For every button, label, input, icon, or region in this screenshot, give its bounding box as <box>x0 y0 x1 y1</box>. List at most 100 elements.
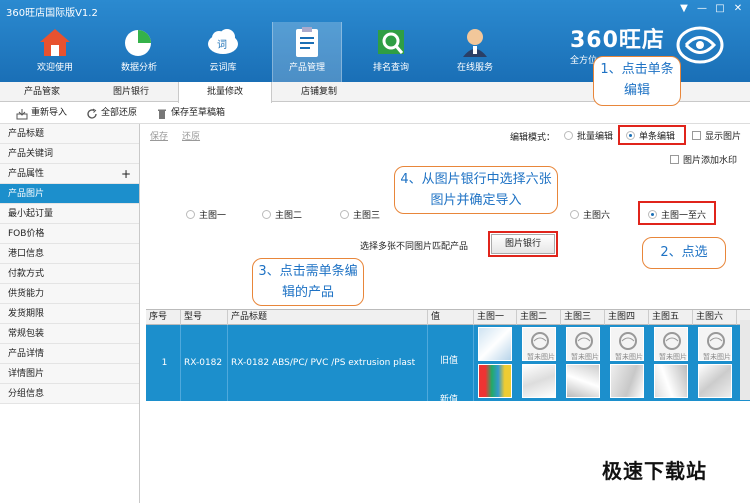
col-img2: 主图二 <box>517 310 561 325</box>
new-product-image[interactable] <box>522 364 556 398</box>
img-option-label: 主图三 <box>353 211 381 221</box>
radio-batch[interactable] <box>564 131 573 140</box>
placeholder-image[interactable]: 暂未图片 <box>610 327 644 361</box>
sidebar-item-title[interactable]: 产品标题 <box>0 124 139 144</box>
nav-product-management[interactable]: 产品管理 <box>272 22 342 82</box>
sidebar-item-label: 产品详情 <box>8 349 45 359</box>
show-images-checkbox[interactable] <box>692 131 701 140</box>
col-value: 值 <box>428 310 474 325</box>
restore-all-button[interactable]: 全部还原 <box>86 106 137 121</box>
sidebar-item-port[interactable]: 港口信息 <box>0 244 139 264</box>
sidebar-item-label: 详情图片 <box>8 369 45 379</box>
clipboard-icon <box>296 27 318 57</box>
sidebar-item-fob[interactable]: FOB价格 <box>0 224 139 244</box>
batch-edit-option[interactable]: 批量编辑 <box>564 129 613 142</box>
new-product-image[interactable] <box>478 364 512 398</box>
sidebar-item-label: 最小起订量 <box>8 209 54 219</box>
nav-label: 云词库 <box>209 63 237 73</box>
close-button[interactable]: ✕ <box>730 2 746 15</box>
sidebar-item-detail-images[interactable]: 详情图片 <box>0 364 139 384</box>
radio-img-6[interactable] <box>570 210 579 219</box>
nav-welcome[interactable]: 欢迎使用 <box>20 22 90 82</box>
maximize-button[interactable]: □ <box>712 2 728 15</box>
cell-title: RX-0182 ABS/PC/ PVC /PS extrusion plast <box>228 325 428 401</box>
sidebar-item-images[interactable]: 产品图片 <box>0 184 139 204</box>
img-option-1[interactable]: 主图一 <box>186 208 226 221</box>
nav-data-analysis[interactable]: 数据分析 <box>104 22 174 82</box>
sidebar-item-delivery[interactable]: 发货期限 <box>0 304 139 324</box>
new-product-image[interactable] <box>698 364 732 398</box>
trash-draft-icon <box>158 109 166 119</box>
menu-dropdown-icon[interactable]: ▼ <box>676 2 692 15</box>
radio-img-2[interactable] <box>262 210 271 219</box>
nav-rank-query[interactable]: 排名查询 <box>356 22 426 82</box>
watermark-option[interactable]: 图片添加水印 <box>670 153 737 166</box>
placeholder-image[interactable]: 暂未图片 <box>566 327 600 361</box>
save-link[interactable]: 保存 <box>150 129 168 142</box>
placeholder-image[interactable]: 暂未图片 <box>522 327 556 361</box>
nav-cloud-words[interactable]: 词 云词库 <box>188 22 258 82</box>
show-images-option[interactable]: 显示图片 <box>692 129 741 142</box>
nav-label: 产品管理 <box>288 63 325 73</box>
new-value-label: 新值 <box>440 395 459 405</box>
sidebar-item-label: 付款方式 <box>8 269 45 279</box>
save-restore-links: 保存 还原 <box>150 129 200 142</box>
cell-model: RX-0182 <box>181 325 228 401</box>
radio-img-1[interactable] <box>186 210 195 219</box>
table-header: 序号 型号 产品标题 值 主图一 主图二 主图三 主图四 主图五 主图六 <box>146 309 750 325</box>
tab-shop-copy[interactable]: 店铺复制 <box>272 82 366 102</box>
expand-plus-icon[interactable]: + <box>121 164 131 184</box>
watermark-checkbox[interactable] <box>670 155 679 164</box>
sidebar: 产品标题 产品关键词 产品属性 + 产品图片 最小起订量 FOB价格 港口信息 付… <box>0 124 140 503</box>
app-window: 360旺店国际版V1.2 ▼ — □ ✕ 欢迎使用 数据分析 词 云词库 产品管… <box>0 0 750 503</box>
watermark-label: 图片添加水印 <box>683 156 738 166</box>
window-controls: ▼ — □ ✕ <box>676 2 746 15</box>
tab-image-bank[interactable]: 图片银行 <box>84 82 178 102</box>
old-product-image[interactable] <box>478 327 512 361</box>
site-watermark: 极速下载站 <box>602 459 707 483</box>
placeholder-image[interactable]: 暂未图片 <box>698 327 732 361</box>
img-option-3[interactable]: 主图三 <box>340 208 380 221</box>
sidebar-item-label: 产品属性 <box>8 169 45 179</box>
radio-img-3[interactable] <box>340 210 349 219</box>
col-title: 产品标题 <box>228 310 428 325</box>
img-option-6[interactable]: 主图六 <box>570 208 610 221</box>
col-img6: 主图六 <box>693 310 737 325</box>
tab-batch-edit[interactable]: 批量修改 <box>178 82 272 103</box>
sidebar-item-keywords[interactable]: 产品关键词 <box>0 144 139 164</box>
img-option-2[interactable]: 主图二 <box>262 208 302 221</box>
table-row[interactable]: 1 RX-0182 RX-0182 ABS/PC/ PVC /PS extrus… <box>146 325 750 405</box>
sidebar-item-moq[interactable]: 最小起订量 <box>0 204 139 224</box>
placeholder-image[interactable]: 暂未图片 <box>654 327 688 361</box>
sidebar-item-details[interactable]: 产品详情 <box>0 344 139 364</box>
restore-all-label: 全部还原 <box>101 108 138 118</box>
sidebar-item-packaging[interactable]: 常规包装 <box>0 324 139 344</box>
product-table: 序号 型号 产品标题 值 主图一 主图二 主图三 主图四 主图五 主图六 1 R… <box>146 309 750 405</box>
placeholder-text: 暂未图片 <box>703 353 731 361</box>
new-product-image[interactable] <box>610 364 644 398</box>
pie-chart-icon <box>125 30 151 56</box>
callout-4: 4、从图片银行中选择六张图片并确定导入 <box>394 166 558 214</box>
vertical-scrollbar[interactable] <box>740 320 750 400</box>
brand-name: 360旺店 <box>570 28 665 53</box>
sidebar-item-payment[interactable]: 付款方式 <box>0 264 139 284</box>
home-icon <box>40 29 70 56</box>
brand-logo-icon <box>676 26 724 64</box>
nav-online-service[interactable]: 在线服务 <box>440 22 510 82</box>
img-option-label: 主图一 <box>199 211 227 221</box>
sidebar-item-supply[interactable]: 供货能力 <box>0 284 139 304</box>
sidebar-item-attributes[interactable]: 产品属性 + <box>0 164 139 184</box>
reimport-button[interactable]: 重新导入 <box>16 106 67 121</box>
tab-product-manager[interactable]: 产品管家 <box>0 82 84 102</box>
image-bank-button[interactable]: 图片银行 <box>491 234 555 254</box>
new-product-image[interactable] <box>566 364 600 398</box>
sidebar-item-group[interactable]: 分组信息 <box>0 384 139 404</box>
placeholder-text: 暂未图片 <box>615 353 643 361</box>
new-product-image[interactable] <box>654 364 688 398</box>
minimize-button[interactable]: — <box>694 2 710 15</box>
save-draft-button[interactable]: 保存至草稿箱 <box>156 106 225 121</box>
highlight-single-edit <box>618 125 686 145</box>
sidebar-item-label: FOB价格 <box>8 229 45 239</box>
col-model: 型号 <box>181 310 228 325</box>
restore-link[interactable]: 还原 <box>182 129 200 142</box>
